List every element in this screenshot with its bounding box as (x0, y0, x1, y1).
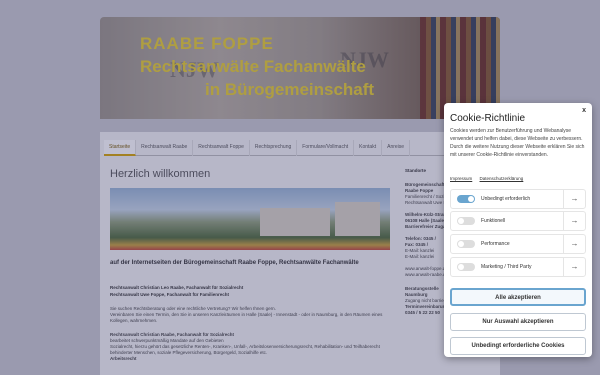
arrow-right-icon[interactable]: → (563, 235, 585, 253)
arrow-right-icon[interactable]: → (563, 190, 585, 208)
cookie-links: Impressum Datenschutzerklärung (450, 176, 529, 181)
cookie-description: Cookies werden zur Benutzerführung und W… (450, 128, 585, 158)
arrow-right-icon[interactable]: → (563, 258, 585, 276)
option-label: Funktionell (481, 218, 506, 224)
accept-all-button[interactable]: Alle akzeptieren (450, 288, 586, 306)
option-label: Marketing / Third Party (481, 264, 532, 270)
cookie-option-performance[interactable]: Performance → (450, 234, 586, 254)
toggle-switch[interactable] (457, 195, 475, 203)
cookie-option-required[interactable]: Unbedingt erforderlich → (450, 189, 586, 209)
option-label: Unbedingt erforderlich (481, 196, 531, 202)
option-label: Performance (481, 241, 510, 247)
accept-selection-button[interactable]: Nur Auswahl akzeptieren (450, 313, 586, 331)
cookie-dialog: x Cookie-Richtlinie Cookies werden zur B… (444, 103, 592, 357)
accept-required-button[interactable]: Unbedingt erforderliche Cookies (450, 337, 586, 355)
cookie-option-functional[interactable]: Funktionell → (450, 211, 586, 231)
cookie-option-marketing[interactable]: Marketing / Third Party → (450, 257, 586, 277)
cookie-title: Cookie-Richtlinie (450, 113, 526, 124)
privacy-link[interactable]: Datenschutzerklärung (480, 176, 524, 181)
impressum-link[interactable]: Impressum (450, 176, 472, 181)
close-icon[interactable]: x (582, 107, 586, 114)
toggle-switch[interactable] (457, 240, 475, 248)
arrow-right-icon[interactable]: → (563, 212, 585, 230)
toggle-switch[interactable] (457, 217, 475, 225)
toggle-switch[interactable] (457, 263, 475, 271)
